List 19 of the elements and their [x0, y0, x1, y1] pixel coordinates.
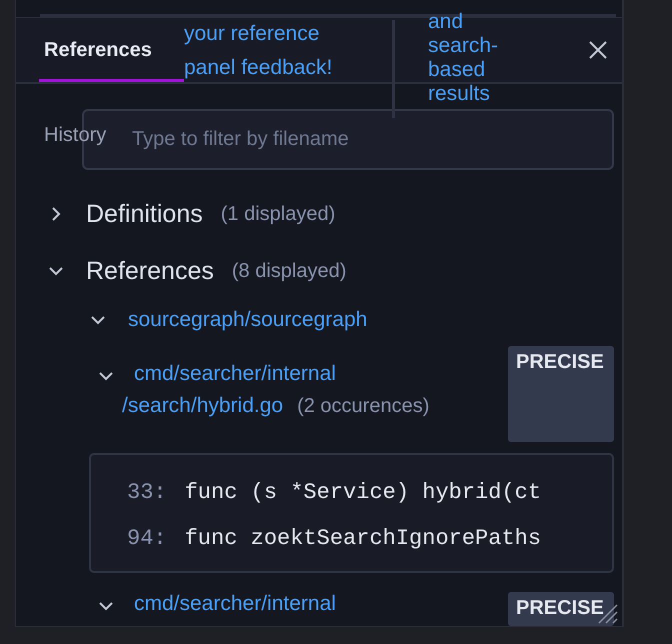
- section-count: (8 displayed): [232, 260, 346, 282]
- precise-badge: PRECISE: [508, 592, 614, 626]
- file-link[interactable]: cmd/searcher/internal: [134, 362, 336, 385]
- line-number: 33:: [127, 480, 167, 504]
- file-link[interactable]: /search/hybrid.go: [122, 394, 284, 417]
- occurrence-count: (2 occurences): [297, 395, 430, 417]
- repository-link[interactable]: sourcegraph/sourcegraph: [128, 308, 368, 332]
- code-line[interactable]: func zoektSearchIgnorePaths: [184, 526, 542, 550]
- code-line[interactable]: func (s *Service) hybrid(ct: [184, 480, 542, 504]
- close-icon[interactable]: [588, 40, 608, 60]
- tooltip-text: your reference panel feedback!: [184, 21, 334, 81]
- section-title: Definitions: [86, 200, 203, 228]
- tooltip-text: and search-based results: [428, 10, 500, 106]
- file-link[interactable]: cmd/searcher/internal: [134, 592, 336, 615]
- section-title: References: [86, 256, 214, 286]
- precise-badge: PRECISE: [508, 346, 614, 442]
- line-number: 94:: [127, 526, 167, 550]
- section-count: (1 displayed): [220, 202, 336, 226]
- references-tab[interactable]: References: [39, 18, 184, 82]
